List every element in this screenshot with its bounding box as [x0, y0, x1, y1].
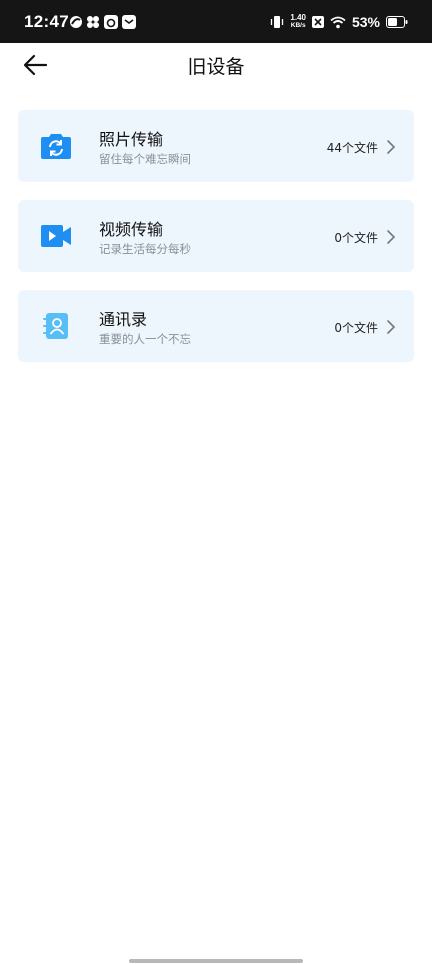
network-speed: 1.40 KB/s — [290, 13, 306, 30]
file-count: 0个文件 — [334, 321, 378, 335]
weibo-app-icon — [104, 15, 118, 29]
wifi-icon — [330, 16, 346, 28]
page-title: 旧设备 — [187, 56, 245, 78]
chevron-right-icon — [387, 140, 396, 154]
card-title: 视频传输 — [99, 220, 164, 239]
card-subtitle: 留住每个难忘瞬间 — [99, 152, 191, 166]
card-title: 通讯录 — [99, 310, 148, 329]
top-app-bar: 旧设备 — [0, 43, 432, 87]
status-time: 12:47 — [24, 12, 69, 31]
card-subtitle: 重要的人一个不忘 — [99, 332, 191, 346]
file-count: 44个文件 — [326, 141, 378, 155]
photo-transfer-card[interactable]: 照片传输 留住每个难忘瞬间 44个文件 — [18, 110, 414, 182]
video-transfer-card[interactable]: 视频传输 记录生活每分每秒 0个文件 — [18, 200, 414, 272]
battery-percent: 53% — [351, 14, 380, 30]
vibrate-icon — [271, 16, 284, 28]
contacts-transfer-card[interactable]: 通讯录 重要的人一个不忘 0个文件 — [18, 290, 414, 362]
chevron-right-icon — [387, 230, 396, 244]
battery-icon — [386, 16, 408, 28]
camera-sync-icon — [41, 134, 71, 159]
status-bar: 12:47 1.40 KB/s 53% — [0, 0, 432, 43]
app-notification-icon — [70, 16, 82, 28]
fan-app-icon — [87, 16, 99, 28]
card-subtitle: 记录生活每分每秒 — [99, 242, 191, 256]
video-camera-icon — [41, 225, 71, 247]
file-count: 0个文件 — [334, 231, 378, 245]
contacts-book-icon — [43, 313, 68, 339]
home-indicator[interactable] — [129, 959, 303, 963]
chevron-right-icon — [387, 320, 396, 334]
card-title: 照片传输 — [99, 130, 164, 149]
no-sim-icon — [311, 16, 324, 28]
mail-app-icon — [122, 15, 136, 29]
